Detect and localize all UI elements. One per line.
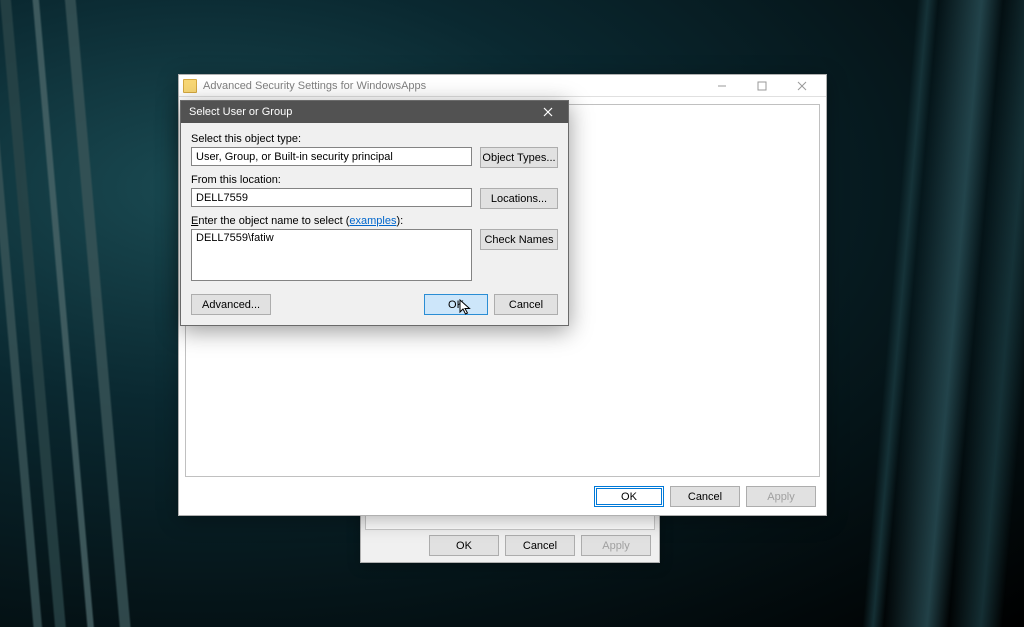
maximize-button[interactable]: [742, 76, 782, 96]
sub-cancel-button[interactable]: Cancel: [505, 535, 575, 556]
object-type-label: Select this object type:: [191, 133, 472, 145]
folder-icon: [183, 79, 197, 93]
advanced-security-titlebar[interactable]: Advanced Security Settings for WindowsAp…: [179, 75, 826, 97]
object-type-field[interactable]: [191, 147, 472, 166]
locations-button[interactable]: Locations...: [480, 188, 558, 209]
check-names-button[interactable]: Check Names: [480, 229, 558, 250]
back-ok-button[interactable]: OK: [594, 486, 664, 507]
dialog-titlebar[interactable]: Select User or Group: [181, 101, 568, 123]
location-label: From this location:: [191, 174, 472, 186]
ok-button[interactable]: OK: [424, 294, 488, 315]
back-apply-button[interactable]: Apply: [746, 486, 816, 507]
close-button[interactable]: [782, 76, 822, 96]
object-name-field[interactable]: [191, 229, 472, 281]
sub-dialog-button-bar: OK Cancel Apply: [429, 535, 651, 556]
object-name-label: Enter the object name to select (example…: [191, 215, 472, 227]
sub-apply-button[interactable]: Apply: [581, 535, 651, 556]
advanced-security-button-bar: OK Cancel Apply: [594, 486, 816, 507]
minimize-button[interactable]: [702, 76, 742, 96]
advanced-button[interactable]: Advanced...: [191, 294, 271, 315]
dialog-body: Select this object type: Object Types...…: [181, 123, 568, 325]
select-user-group-dialog: Select User or Group Select this object …: [180, 100, 569, 326]
window-title: Advanced Security Settings for WindowsAp…: [203, 80, 702, 92]
back-cancel-button[interactable]: Cancel: [670, 486, 740, 507]
object-types-button[interactable]: Object Types...: [480, 147, 558, 168]
sub-ok-button[interactable]: OK: [429, 535, 499, 556]
dialog-close-button[interactable]: [528, 101, 568, 123]
dialog-button-bar: Advanced... OK Cancel: [191, 294, 558, 315]
cancel-button[interactable]: Cancel: [494, 294, 558, 315]
examples-link[interactable]: examples: [349, 215, 396, 227]
location-field[interactable]: [191, 188, 472, 207]
dialog-title: Select User or Group: [189, 106, 528, 118]
